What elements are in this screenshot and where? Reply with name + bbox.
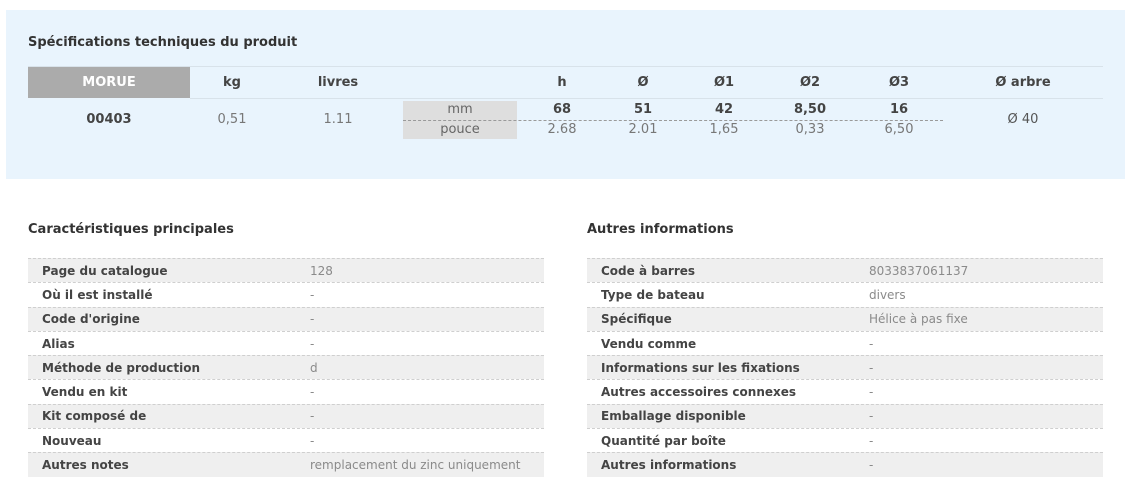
row-value: - (869, 385, 874, 400)
mm-h: 68 (552, 102, 572, 117)
table-row: Informations sur les fixations - (587, 355, 1103, 380)
header-diameter: Ø (637, 75, 649, 90)
row-label: Code d'origine (42, 312, 140, 327)
table-row: Emballage disponible - (587, 403, 1103, 429)
row-label: Autres notes (42, 458, 129, 473)
header-diameter-2: Ø2 (799, 75, 821, 90)
table-row: Autres informations - (587, 452, 1103, 477)
row-value: remplacement du zinc uniquement (310, 458, 521, 473)
row-label: Informations sur les fixations (601, 360, 800, 375)
header-morue: MORUE (28, 67, 190, 98)
header-shaft-diameter: Ø arbre (995, 75, 1051, 90)
row-value: - (869, 433, 874, 448)
row-label: Emballage disponible (601, 409, 746, 424)
row-value: 8033837061137 (869, 263, 969, 278)
row-value: - (310, 287, 315, 302)
other-info-table: Code à barres 8033837061137 Type de batea… (587, 258, 1103, 477)
pouce-h: 2.68 (547, 122, 577, 137)
header-diameter-3: Ø3 (888, 75, 910, 90)
row-value: - (310, 336, 315, 351)
pouce-diameter: 2.01 (628, 122, 658, 137)
row-label: Vendu comme (601, 336, 697, 351)
shaft-diameter: Ø 40 (1007, 112, 1039, 127)
table-row: Quantité par boîte - (587, 428, 1103, 452)
row-value: - (310, 312, 315, 327)
pouce-diameter-2: 0,33 (795, 122, 825, 137)
row-value: 128 (310, 263, 333, 278)
table-row: Alias - (28, 330, 544, 355)
unit-separator (403, 120, 943, 121)
header-diameter-1: Ø1 (713, 75, 735, 90)
row-value: - (310, 409, 315, 424)
table-row: Code à barres 8033837061137 (587, 258, 1103, 283)
header-kg: kg (223, 75, 241, 90)
table-row: Vendu comme - (587, 330, 1103, 355)
mm-diameter-2: 8,50 (793, 102, 827, 117)
table-row: Méthode de production d (28, 355, 544, 380)
row-label: Quantité par boîte (601, 433, 726, 448)
product-code: 00403 (86, 112, 132, 127)
table-row: Où il est installé - (28, 282, 544, 306)
mm-diameter: 51 (633, 102, 653, 117)
row-value: d (310, 360, 318, 375)
header-h: h (557, 75, 567, 90)
table-row: Type de bateau divers (587, 282, 1103, 306)
row-value: - (869, 409, 874, 424)
row-label: Où il est installé (42, 287, 153, 302)
other-info-title: Autres informations (587, 222, 734, 237)
row-label: Nouveau (42, 433, 102, 448)
mm-diameter-3: 16 (889, 102, 909, 117)
weight-kg: 0,51 (217, 112, 247, 127)
row-value: divers (869, 287, 906, 302)
table-row: Vendu en kit - (28, 379, 544, 403)
row-label: Kit composé de (42, 409, 147, 424)
row-label: Page du catalogue (42, 263, 168, 278)
main-characteristics-table: Page du catalogue 128 Où il est installé -… (28, 258, 544, 477)
row-label: Autres informations (601, 458, 737, 473)
mm-diameter-1: 42 (714, 102, 734, 117)
table-row: Spécifique Hélice à pas fixe (587, 306, 1103, 331)
row-label: Vendu en kit (42, 385, 128, 400)
row-label: Type de bateau (601, 287, 705, 302)
table-row: Page du catalogue 128 (28, 258, 544, 283)
row-value: Hélice à pas fixe (869, 312, 968, 327)
row-value: - (310, 433, 315, 448)
row-value: - (869, 336, 874, 351)
unit-mm: mm (447, 102, 473, 117)
specs-header-divider (190, 98, 1103, 99)
unit-pouce: pouce (440, 122, 480, 137)
row-label: Spécifique (601, 312, 672, 327)
table-row: Autres notes remplacement du zinc uniquem… (28, 452, 544, 477)
pouce-diameter-1: 1,65 (709, 122, 739, 137)
table-row: Kit composé de - (28, 403, 544, 429)
row-label: Code à barres (601, 263, 696, 278)
row-label: Autres accessoires connexes (601, 385, 797, 400)
table-row: Autres accessoires connexes - (587, 379, 1103, 403)
weight-livres: 1.11 (323, 112, 353, 127)
row-value: - (869, 458, 874, 473)
header-livres: livres (317, 75, 359, 90)
table-row: Code d'origine - (28, 306, 544, 331)
pouce-diameter-3: 6,50 (884, 122, 914, 137)
row-label: Méthode de production (42, 360, 201, 375)
specs-title: Spécifications techniques du produit (28, 35, 298, 50)
row-label: Alias (42, 336, 75, 351)
table-row: Nouveau - (28, 428, 544, 452)
row-value: - (869, 360, 874, 375)
row-value: - (310, 385, 315, 400)
main-characteristics-title: Caractéristiques principales (28, 222, 234, 237)
